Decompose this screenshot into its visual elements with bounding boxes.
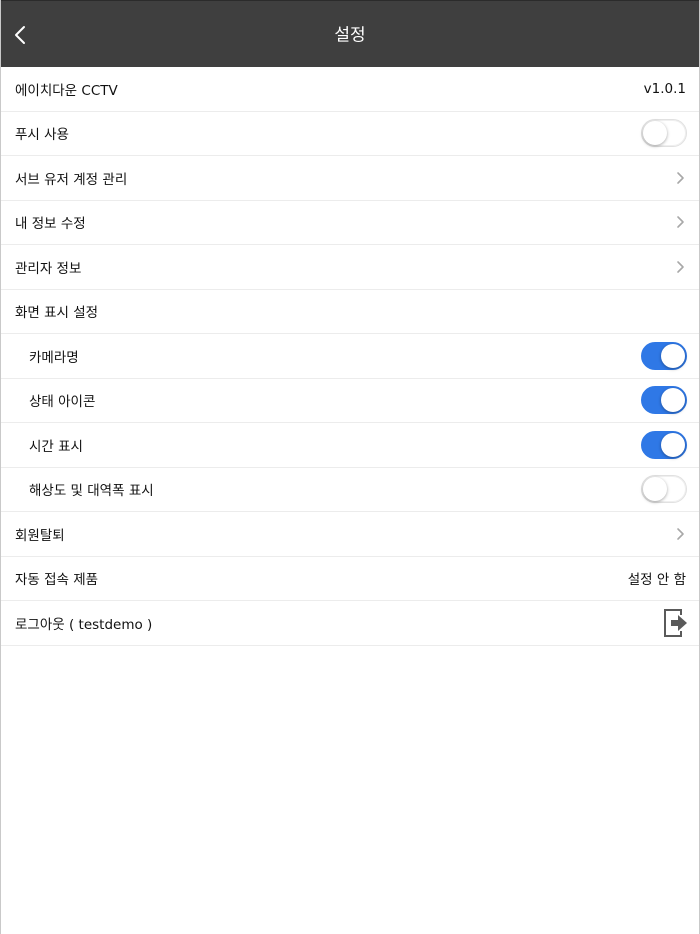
status-icon-label: 상태 아이콘: [29, 394, 96, 411]
push-setting-label: 푸시 사용: [15, 127, 69, 144]
edit-my-info-row[interactable]: 내 정보 수정: [1, 201, 699, 245]
auto-connect-label: 자동 접속 제품: [15, 572, 99, 589]
app-frame: 설정 에이치다운 CCTV v1.0.1 푸시 사용 서브 유저 계정 관리 내…: [0, 0, 700, 934]
push-toggle[interactable]: [641, 119, 687, 148]
camera-name-row: 카메라명: [1, 334, 699, 379]
auto-connect-value: 설정 안 함: [627, 572, 686, 589]
page-title: 설정: [334, 25, 366, 46]
withdraw-membership-label: 회원탈퇴: [15, 527, 65, 544]
camera-name-toggle[interactable]: [641, 341, 687, 370]
chevron-right-icon: [677, 216, 684, 229]
resolution-bandwidth-toggle[interactable]: [641, 475, 687, 504]
resolution-bandwidth-label: 해상도 및 대역폭 표시: [29, 483, 154, 500]
logout-icon[interactable]: [662, 607, 690, 639]
chevron-right-icon: [677, 260, 684, 273]
toggle-knob: [643, 121, 667, 146]
time-display-label: 시간 표시: [29, 438, 83, 455]
auto-connect-row[interactable]: 자동 접속 제품 설정 안 함: [1, 557, 699, 601]
settings-list: 에이치다운 CCTV v1.0.1 푸시 사용 서브 유저 계정 관리 내 정보…: [1, 67, 699, 646]
toggle-knob: [661, 432, 685, 457]
sub-user-account-row[interactable]: 서브 유저 계정 관리: [1, 156, 699, 201]
resolution-bandwidth-row: 해상도 및 대역폭 표시: [1, 468, 699, 512]
app-version-value: v1.0.1: [643, 80, 686, 97]
status-icon-row: 상태 아이콘: [1, 379, 699, 423]
logout-row[interactable]: 로그아웃 ( testdemo ): [1, 601, 699, 646]
navigation-bar: 설정: [1, 0, 699, 67]
app-version-row: 에이치다운 CCTV v1.0.1: [1, 67, 699, 112]
toggle-knob: [661, 343, 685, 368]
status-icon-toggle[interactable]: [641, 386, 687, 415]
edit-my-info-label: 내 정보 수정: [15, 216, 86, 233]
push-setting-row: 푸시 사용: [1, 112, 699, 156]
toggle-knob: [643, 477, 667, 502]
time-display-row: 시간 표시: [1, 423, 699, 468]
admin-info-row[interactable]: 관리자 정보: [1, 245, 699, 290]
app-name-label: 에이치다운 CCTV: [15, 82, 118, 99]
logout-label: 로그아웃 ( testdemo ): [15, 616, 153, 633]
toggle-knob: [661, 388, 685, 413]
camera-name-label: 카메라명: [29, 349, 79, 366]
chevron-right-icon: [677, 527, 684, 540]
sub-user-account-label: 서브 유저 계정 관리: [15, 171, 128, 188]
display-settings-label: 화면 표시 설정: [15, 305, 99, 322]
admin-info-label: 관리자 정보: [15, 260, 82, 277]
chevron-right-icon: [677, 171, 684, 184]
time-display-toggle[interactable]: [641, 430, 687, 459]
display-settings-header-row: 화면 표시 설정: [1, 290, 699, 334]
withdraw-membership-row[interactable]: 회원탈퇴: [1, 512, 699, 557]
